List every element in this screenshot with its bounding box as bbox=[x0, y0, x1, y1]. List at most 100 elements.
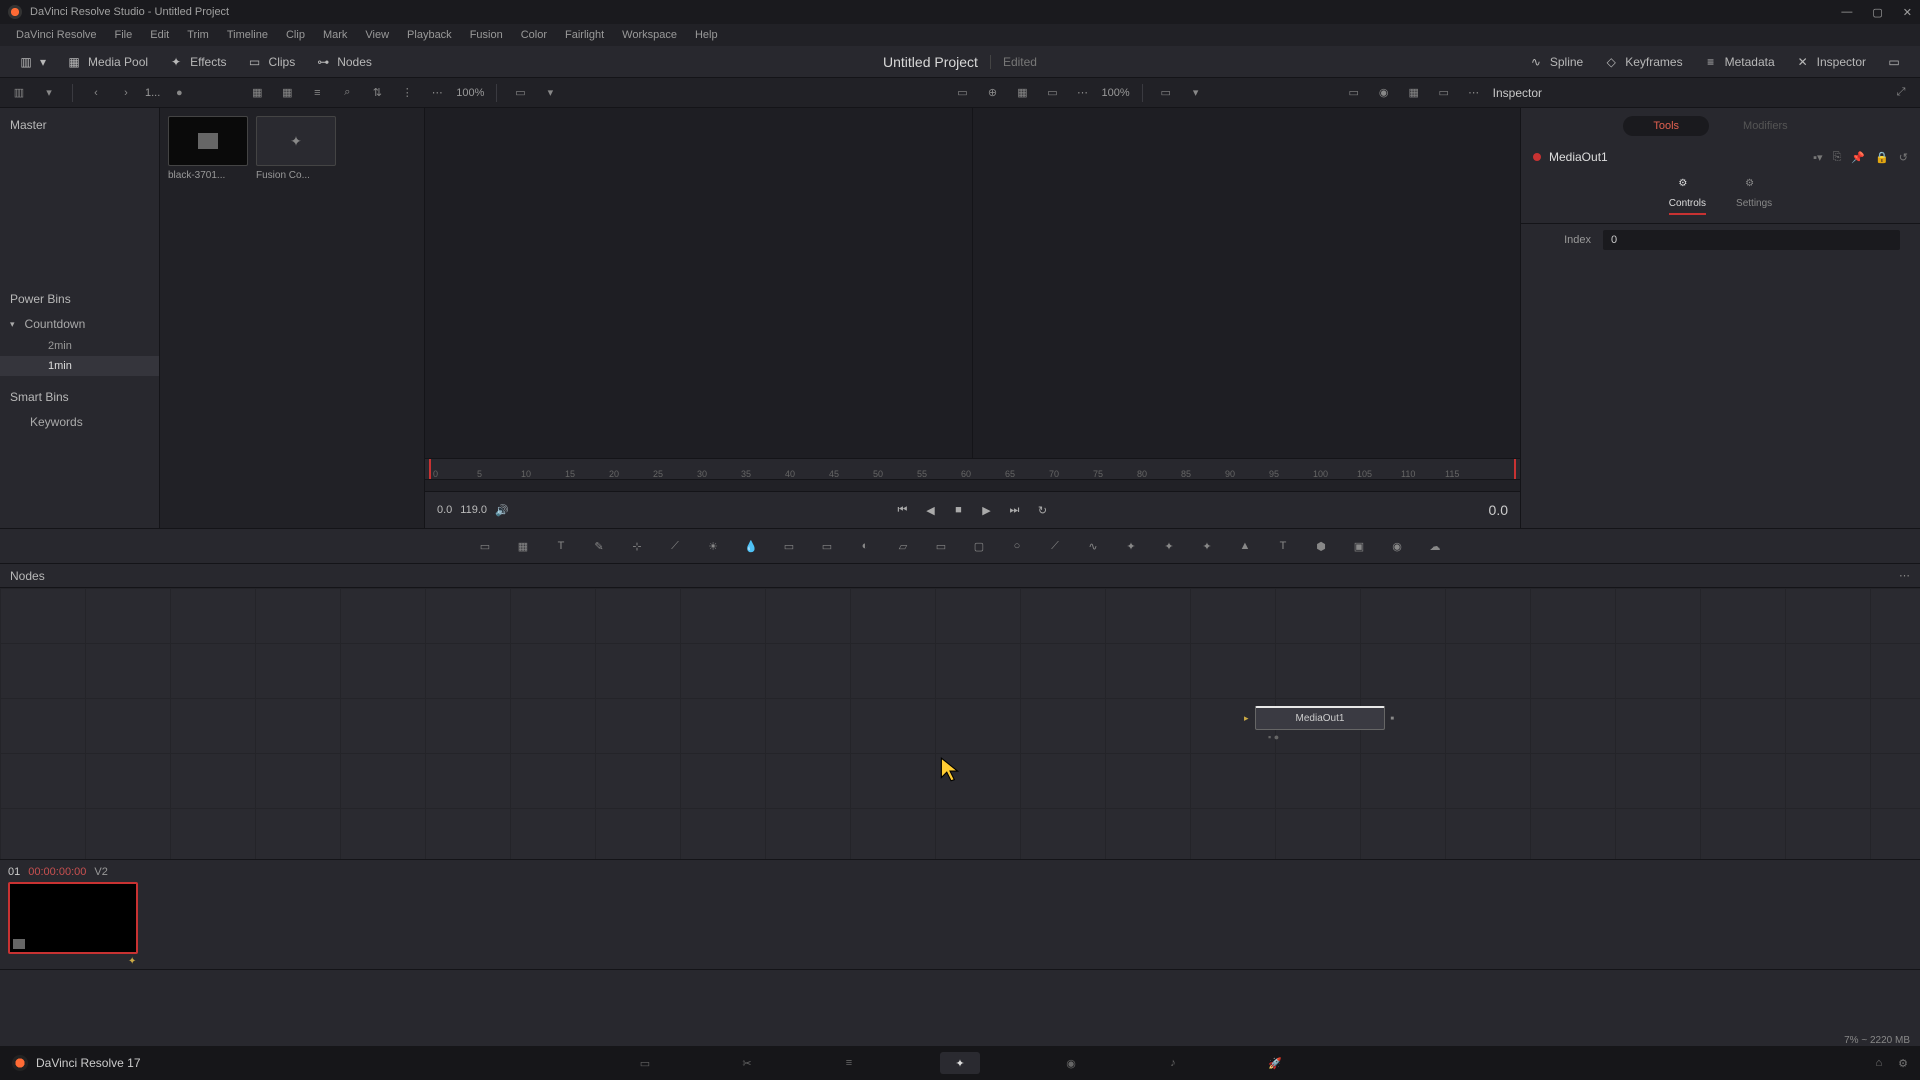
spline-button[interactable]: ∿Spline bbox=[1518, 50, 1593, 74]
play-button[interactable]: ▶ bbox=[979, 502, 995, 518]
tracker-tool-icon[interactable]: ⊹ bbox=[627, 536, 647, 556]
subtab-settings[interactable]: ⚙ Settings bbox=[1736, 178, 1772, 215]
metadata-button[interactable]: ≡Metadata bbox=[1693, 50, 1785, 74]
bin-1min[interactable]: 1min bbox=[0, 356, 159, 376]
reset-icon[interactable]: ↺ bbox=[1899, 151, 1908, 164]
render3d-tool-icon[interactable]: ☁ bbox=[1425, 536, 1445, 556]
keyframes-button[interactable]: ◇Keyframes bbox=[1593, 50, 1692, 74]
globe-icon[interactable]: ⊕ bbox=[982, 82, 1004, 104]
grid-3-icon[interactable]: ▦ bbox=[1403, 82, 1425, 104]
bspline-tool-icon[interactable]: ∿ bbox=[1083, 536, 1103, 556]
scrubber-bar[interactable] bbox=[425, 480, 1520, 492]
back-icon[interactable]: ‹ bbox=[85, 82, 107, 104]
viewer-b-icon[interactable]: ▭ bbox=[1155, 82, 1177, 104]
pemit-tool-icon[interactable]: ✦ bbox=[1197, 536, 1217, 556]
zoom-level-1[interactable]: 100% bbox=[456, 87, 484, 99]
fit-icon[interactable]: ▭ bbox=[509, 82, 531, 104]
menu-trim[interactable]: Trim bbox=[179, 27, 217, 43]
background-tool-icon[interactable]: ▭ bbox=[475, 536, 495, 556]
prev-frame-button[interactable]: ◀ bbox=[923, 502, 939, 518]
nodes-menu-icon[interactable]: ⋯ bbox=[1899, 569, 1910, 582]
particles-tool-icon[interactable]: ✦ bbox=[1121, 536, 1141, 556]
effects-button[interactable]: ✦Effects bbox=[158, 50, 236, 74]
versions-icon[interactable]: ▪▾ bbox=[1813, 151, 1822, 164]
maximize-button[interactable]: ▢ bbox=[1872, 6, 1882, 19]
menu-edit[interactable]: Edit bbox=[142, 27, 177, 43]
image3d-tool-icon[interactable]: ▲ bbox=[1235, 536, 1255, 556]
smart-bins-header[interactable]: Smart Bins bbox=[0, 384, 159, 410]
inspector-button[interactable]: ✕Inspector bbox=[1785, 50, 1876, 74]
fastnoise-tool-icon[interactable]: ▦ bbox=[513, 536, 533, 556]
menu-color[interactable]: Color bbox=[513, 27, 555, 43]
viewer-left[interactable] bbox=[425, 108, 973, 458]
menu-file[interactable]: File bbox=[107, 27, 141, 43]
merge-tool-icon[interactable]: ▭ bbox=[817, 536, 837, 556]
clip-thumbnail[interactable] bbox=[8, 882, 138, 954]
home-icon[interactable]: ⌂ bbox=[1875, 1057, 1882, 1070]
resize-tool-icon[interactable]: ▱ bbox=[893, 536, 913, 556]
menu-timeline[interactable]: Timeline bbox=[219, 27, 276, 43]
countdown-bin[interactable]: Countdown bbox=[0, 312, 159, 336]
menu-help[interactable]: Help bbox=[687, 27, 726, 43]
cut-page-icon[interactable]: ✂ bbox=[736, 1052, 758, 1074]
node-mediaout1[interactable]: MediaOut1 bbox=[1255, 706, 1385, 730]
media-thumb-2[interactable]: ✦ Fusion Co... bbox=[256, 116, 336, 520]
safe-area-icon[interactable]: ▭ bbox=[1042, 82, 1064, 104]
clips-button[interactable]: ▭Clips bbox=[237, 50, 306, 74]
view-opts-icon[interactable]: ▾ bbox=[539, 82, 561, 104]
sort-icon[interactable]: ⇅ bbox=[366, 82, 388, 104]
media-thumb-1[interactable]: black-3701... bbox=[168, 116, 248, 520]
menu-clip[interactable]: Clip bbox=[278, 27, 313, 43]
viewer-a-icon[interactable]: ▭ bbox=[952, 82, 974, 104]
project-settings-icon[interactable]: ⚙ bbox=[1898, 1057, 1908, 1070]
menu-davinci[interactable]: DaVinci Resolve bbox=[8, 27, 105, 43]
coloradjust-tool-icon[interactable]: ▭ bbox=[779, 536, 799, 556]
fairlight-page-icon[interactable]: ♪ bbox=[1162, 1052, 1184, 1074]
filter-icon[interactable]: ⋮ bbox=[396, 82, 418, 104]
power-bins-header[interactable]: Power Bins bbox=[0, 286, 159, 312]
text-tool-icon[interactable]: T bbox=[551, 536, 571, 556]
polygon-tool-icon[interactable]: ⟋ bbox=[1045, 536, 1065, 556]
edit-page-icon[interactable]: ≡ bbox=[838, 1052, 860, 1074]
pin2-icon[interactable]: 📌 bbox=[1851, 151, 1865, 164]
grid-view-icon[interactable]: ▦ bbox=[276, 82, 298, 104]
thumb-view-icon[interactable]: ▦ bbox=[246, 82, 268, 104]
shape3d-tool-icon[interactable]: ⬢ bbox=[1311, 536, 1331, 556]
breadcrumb-label[interactable]: 1... bbox=[145, 87, 160, 99]
pin-icon[interactable]: ⎘ bbox=[1833, 151, 1842, 164]
frame-icon[interactable]: ▭ bbox=[1433, 82, 1455, 104]
first-frame-button[interactable]: ⏮ bbox=[895, 502, 911, 518]
more-icon[interactable]: ⋯ bbox=[426, 82, 448, 104]
panel-toggle-icon[interactable]: ▥ bbox=[8, 82, 30, 104]
single-view-icon[interactable]: ▭ bbox=[1343, 82, 1365, 104]
playhead-start[interactable] bbox=[429, 459, 431, 479]
sphere-tool-icon[interactable]: ◉ bbox=[1387, 536, 1407, 556]
mask-tool-icon[interactable]: ⟋ bbox=[665, 536, 685, 556]
master-bin[interactable]: Master bbox=[0, 112, 159, 138]
keywords-bin[interactable]: Keywords bbox=[0, 410, 159, 434]
text3d-tool-icon[interactable]: T bbox=[1273, 536, 1293, 556]
minimize-button[interactable]: — bbox=[1841, 6, 1852, 19]
layout-dropdown[interactable]: ▥▾ bbox=[8, 50, 56, 74]
color-picker-icon[interactable]: ◉ bbox=[1373, 82, 1395, 104]
deliver-page-icon[interactable]: 🚀 bbox=[1264, 1052, 1286, 1074]
index-input[interactable]: 0 bbox=[1603, 230, 1900, 250]
menu-view[interactable]: View bbox=[357, 27, 397, 43]
color-page-icon[interactable]: ◉ bbox=[1060, 1052, 1082, 1074]
loop-button[interactable]: ↻ bbox=[1035, 502, 1051, 518]
list-view-icon[interactable]: ≡ bbox=[306, 82, 328, 104]
forward-icon[interactable]: › bbox=[115, 82, 137, 104]
menu-fusion[interactable]: Fusion bbox=[462, 27, 511, 43]
lock-icon[interactable]: 🔒 bbox=[1875, 151, 1889, 164]
subtab-controls[interactable]: ⚙ Controls bbox=[1669, 178, 1706, 215]
grid-icon[interactable]: ▦ bbox=[1012, 82, 1034, 104]
expand-icon[interactable]: ⤢ bbox=[1890, 82, 1912, 104]
brightness-tool-icon[interactable]: ☀ bbox=[703, 536, 723, 556]
search-icon[interactable]: ⌕ bbox=[336, 82, 358, 104]
matte-tool-icon[interactable]: ▭ bbox=[931, 536, 951, 556]
rectangle-tool-icon[interactable]: ▢ bbox=[969, 536, 989, 556]
viewer-opts-icon[interactable]: ▾ bbox=[1185, 82, 1207, 104]
menu-mark[interactable]: Mark bbox=[315, 27, 355, 43]
nodes-canvas[interactable]: MediaOut1 ▪ ● bbox=[0, 588, 1920, 860]
transform-tool-icon[interactable]: ◐ bbox=[855, 536, 875, 556]
